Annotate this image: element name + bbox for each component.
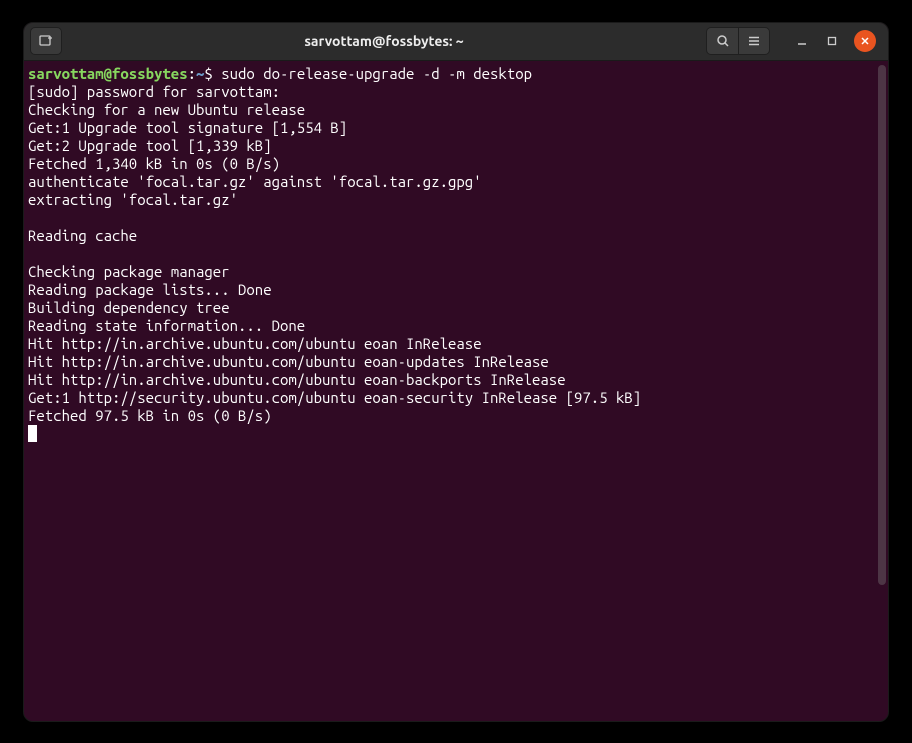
command-text: sudo do-release-upgrade -d -m desktop (221, 65, 532, 82)
output-line: Fetched 97.5 kB in 0s (0 B/s) (28, 407, 884, 425)
minimize-button[interactable] (794, 33, 810, 49)
cursor (28, 425, 37, 442)
output-line: Reading cache (28, 227, 884, 245)
prompt-line: sarvottam@fossbytes:~$ sudo do-release-u… (28, 65, 884, 83)
search-icon (716, 34, 730, 48)
output-line: Hit http://in.archive.ubuntu.com/ubuntu … (28, 371, 884, 389)
prompt-symbol: $ (204, 65, 212, 82)
minimize-icon (797, 36, 807, 46)
output-line: Reading package lists... Done (28, 281, 884, 299)
titlebar-left (30, 27, 62, 55)
output-line: [sudo] password for sarvottam: (28, 83, 884, 101)
output-line: Get:1 http://security.ubuntu.com/ubuntu … (28, 389, 884, 407)
maximize-button[interactable] (824, 33, 840, 49)
output-line: Checking package manager (28, 263, 884, 281)
output-line: Get:2 Upgrade tool [1,339 kB] (28, 137, 884, 155)
scrollbar[interactable] (878, 65, 886, 585)
hamburger-icon (747, 34, 761, 48)
new-tab-button[interactable] (30, 27, 62, 55)
terminal-body[interactable]: sarvottam@fossbytes:~$ sudo do-release-u… (24, 61, 888, 721)
output-line: Hit http://in.archive.ubuntu.com/ubuntu … (28, 335, 884, 353)
output-line: Hit http://in.archive.ubuntu.com/ubuntu … (28, 353, 884, 371)
maximize-icon (827, 36, 837, 46)
window-controls (794, 30, 876, 52)
titlebar-right (706, 27, 882, 55)
output-line: Get:1 Upgrade tool signature [1,554 B] (28, 119, 884, 137)
new-tab-icon (38, 33, 54, 49)
close-icon (860, 36, 870, 46)
prompt-separator: : (188, 65, 196, 82)
output-line (28, 209, 884, 227)
output-line: Fetched 1,340 kB in 0s (0 B/s) (28, 155, 884, 173)
output-line: Checking for a new Ubuntu release (28, 101, 884, 119)
output-line: extracting 'focal.tar.gz' (28, 191, 884, 209)
window-title: sarvottam@fossbytes: ~ (62, 33, 706, 49)
menu-button[interactable] (738, 27, 770, 55)
search-button[interactable] (706, 27, 738, 55)
titlebar: sarvottam@fossbytes: ~ (24, 23, 888, 61)
output-container: [sudo] password for sarvottam: Checking … (28, 83, 884, 425)
cursor-line (28, 425, 884, 443)
output-line: authenticate 'focal.tar.gz' against 'foc… (28, 173, 884, 191)
close-button[interactable] (854, 30, 876, 52)
toolbar-button-group (706, 27, 770, 55)
prompt-user-host: sarvottam@fossbytes (28, 65, 188, 82)
terminal-window: sarvottam@fossbytes: ~ (23, 22, 889, 722)
output-line (28, 245, 884, 263)
output-line: Reading state information... Done (28, 317, 884, 335)
output-line: Building dependency tree (28, 299, 884, 317)
